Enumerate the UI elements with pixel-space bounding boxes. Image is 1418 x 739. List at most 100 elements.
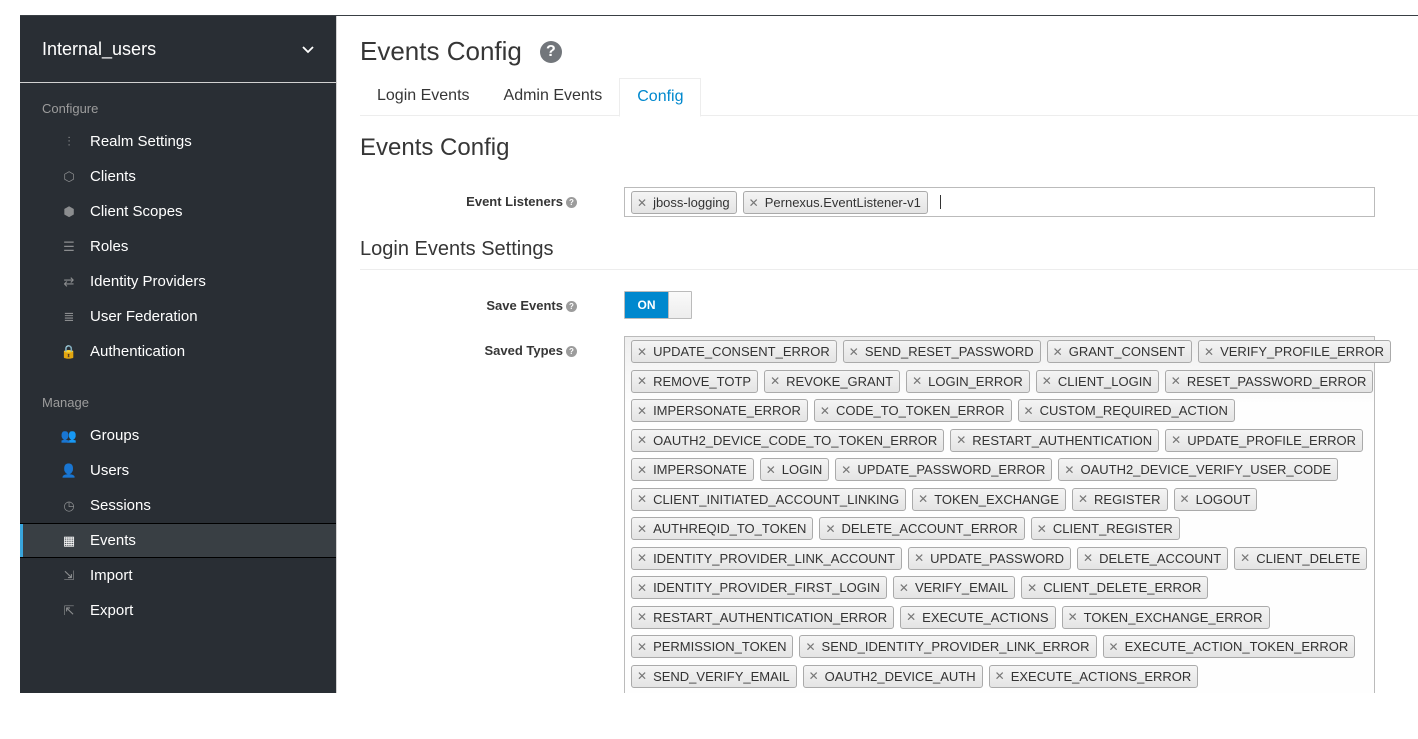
remove-tag-icon[interactable]: ✕ bbox=[637, 669, 647, 683]
remove-tag-icon[interactable]: ✕ bbox=[809, 669, 819, 683]
remove-tag-icon[interactable]: ✕ bbox=[825, 522, 835, 536]
tag-chip: ✕ IMPERSONATE bbox=[631, 458, 754, 481]
sidebar-item-events[interactable]: ▦ Events bbox=[20, 523, 336, 558]
remove-tag-icon[interactable]: ✕ bbox=[637, 196, 647, 210]
saved-types-row: ✕ IDENTITY_PROVIDER_FIRST_LOGIN ✕ VERIFY_EM… bbox=[631, 576, 1370, 606]
tab-config[interactable]: Config bbox=[619, 78, 702, 117]
tag-label: GRANT_CONSENT bbox=[1068, 344, 1186, 359]
tag-chip: ✕ SEND_VERIFY_EMAIL bbox=[631, 664, 797, 688]
remove-tag-icon[interactable]: ✕ bbox=[1109, 640, 1119, 654]
tag-label: RESET_PASSWORD_ERROR bbox=[1186, 373, 1367, 389]
remove-tag-icon[interactable]: ✕ bbox=[849, 345, 859, 359]
tag-label: UPDATE_CONSENT_ERROR bbox=[653, 344, 830, 359]
remove-tag-icon[interactable]: ✕ bbox=[770, 374, 780, 388]
sidebar-item-realm-settings[interactable]: ⫶ Realm Settings bbox=[20, 124, 336, 159]
tag-label: EXECUTE_ACTIONS bbox=[922, 609, 1049, 625]
sidebar-item-sessions[interactable]: ◷ Sessions bbox=[20, 488, 336, 523]
tag-label: DELETE_ACCOUNT_ERROR bbox=[841, 521, 1018, 536]
tag-chip: ✕ CLIENT_INITIATED_ACCOUNT_LINKING bbox=[631, 487, 907, 511]
help-icon[interactable]: ? bbox=[566, 301, 577, 313]
remove-tag-icon[interactable]: ✕ bbox=[637, 492, 647, 506]
remove-tag-icon[interactable]: ✕ bbox=[899, 581, 909, 595]
remove-tag-icon[interactable]: ✕ bbox=[637, 404, 647, 418]
remove-tag-icon[interactable]: ✕ bbox=[637, 463, 647, 477]
sidebar-item-client-scopes[interactable]: ⬢ Client Scopes bbox=[20, 194, 336, 229]
remove-tag-icon[interactable]: ✕ bbox=[1064, 463, 1074, 477]
saved-types-row: ✕ CLIENT_INITIATED_ACCOUNT_LINKING ✕ TOKEN_… bbox=[631, 487, 1370, 518]
remove-tag-icon[interactable]: ✕ bbox=[1024, 404, 1034, 418]
remove-tag-icon[interactable]: ✕ bbox=[906, 610, 916, 624]
remove-tag-icon[interactable]: ✕ bbox=[1180, 492, 1190, 506]
sidebar-item-label: Authentication bbox=[90, 343, 186, 360]
sidebar-item-roles[interactable]: ☰ Roles bbox=[20, 229, 336, 264]
remove-tag-icon[interactable]: ✕ bbox=[1078, 492, 1088, 506]
remove-tag-icon[interactable]: ✕ bbox=[637, 551, 647, 565]
sidebar-item-export[interactable]: ⇱ Export bbox=[20, 593, 336, 628]
sidebar-item-clients[interactable]: ⬡ Clients bbox=[20, 159, 336, 194]
page-title: Events Config ? bbox=[360, 36, 562, 67]
tag-label: IMPERSONATE_ERROR bbox=[653, 403, 801, 418]
sidebar-item-user-federation[interactable]: ≣ User Federation bbox=[20, 299, 336, 334]
sidebar-item-authentication[interactable]: 🔒 Authentication bbox=[20, 334, 336, 369]
realm-selector[interactable]: Internal_users bbox=[20, 16, 336, 83]
remove-tag-icon[interactable]: ✕ bbox=[637, 581, 647, 595]
tag-label: IDENTITY_PROVIDER_LINK_ACCOUNT bbox=[653, 550, 896, 566]
saved-types-input[interactable]: ✕ UPDATE_CONSENT_ERROR ✕ SEND_RESET_PASSWOR… bbox=[624, 336, 1392, 693]
remove-tag-icon[interactable]: ✕ bbox=[841, 463, 851, 477]
sidebar-item-groups[interactable]: 👥 Groups bbox=[20, 418, 336, 453]
tag-chip: ✕ GRANT_CONSENT bbox=[1046, 340, 1193, 363]
remove-tag-icon[interactable]: ✕ bbox=[914, 551, 924, 565]
help-icon[interactable]: ? bbox=[539, 40, 562, 63]
tag-chip: ✕ UPDATE_CONSENT_ERROR bbox=[631, 340, 837, 363]
remove-tag-icon[interactable]: ✕ bbox=[637, 345, 647, 359]
remove-tag-icon[interactable]: ✕ bbox=[1083, 551, 1093, 565]
remove-tag-icon[interactable]: ✕ bbox=[805, 640, 815, 654]
remove-tag-icon[interactable]: ✕ bbox=[918, 492, 928, 506]
remove-tag-icon[interactable]: ✕ bbox=[1053, 345, 1063, 359]
tag-label: UPDATE_PASSWORD bbox=[930, 550, 1064, 566]
tag-label: UPDATE_PROFILE_ERROR bbox=[1187, 432, 1356, 448]
tag-label: EXECUTE_ACTION_TOKEN_ERROR bbox=[1124, 639, 1349, 654]
remove-tag-icon[interactable]: ✕ bbox=[637, 610, 647, 624]
tab-admin-events[interactable]: Admin Events bbox=[487, 78, 620, 115]
sidebar-item-users[interactable]: 👤 Users bbox=[20, 453, 336, 488]
remove-tag-icon[interactable]: ✕ bbox=[956, 433, 966, 447]
remove-tag-icon[interactable]: ✕ bbox=[1037, 522, 1047, 536]
remove-tag-icon[interactable]: ✕ bbox=[820, 404, 830, 418]
remove-tag-icon[interactable]: ✕ bbox=[1240, 551, 1250, 565]
remove-tag-icon[interactable]: ✕ bbox=[637, 522, 647, 536]
tag-label: CLIENT_DELETE_ERROR bbox=[1043, 580, 1202, 595]
remove-tag-icon[interactable]: ✕ bbox=[912, 374, 922, 388]
event-listeners-input[interactable]: ✕ jboss-logging ✕ Pernexus.EventListener-v1 bbox=[624, 187, 1375, 217]
save-events-toggle[interactable]: ON bbox=[624, 291, 692, 319]
sidebar-item-label: Users bbox=[90, 462, 130, 479]
remove-tag-icon[interactable]: ✕ bbox=[637, 374, 647, 388]
tag-chip: ✕ Pernexus.EventListener-v1 bbox=[742, 191, 928, 214]
remove-tag-icon[interactable]: ✕ bbox=[1068, 610, 1078, 624]
tag-chip: ✕ OAUTH2_DEVICE_CODE_TO_TOKEN_ERROR bbox=[631, 428, 945, 452]
remove-tag-icon[interactable]: ✕ bbox=[637, 640, 647, 654]
remove-tag-icon[interactable]: ✕ bbox=[1027, 581, 1037, 595]
help-icon[interactable]: ? bbox=[566, 346, 577, 358]
tag-label: VERIFY_EMAIL bbox=[914, 580, 1009, 595]
remove-tag-icon[interactable]: ✕ bbox=[637, 433, 647, 447]
remove-tag-icon[interactable]: ✕ bbox=[749, 196, 759, 210]
remove-tag-icon[interactable]: ✕ bbox=[1204, 345, 1214, 359]
tab-login-events[interactable]: Login Events bbox=[360, 78, 487, 115]
remove-tag-icon[interactable]: ✕ bbox=[1171, 374, 1181, 388]
tag-label: AUTHREQID_TO_TOKEN bbox=[653, 521, 807, 536]
saved-types-row: ✕ IMPERSONATE_ERROR ✕ CODE_TO_TOKEN_ERROR ✕ C… bbox=[631, 399, 1370, 429]
sidebar-item-identity-providers[interactable]: ⇄ Identity Providers bbox=[20, 264, 336, 299]
remove-tag-icon[interactable]: ✕ bbox=[1042, 374, 1052, 388]
help-icon[interactable]: ? bbox=[566, 197, 577, 209]
remove-tag-icon[interactable]: ✕ bbox=[766, 463, 776, 477]
remove-tag-icon[interactable]: ✕ bbox=[995, 669, 1005, 683]
event-listeners-tags: ✕ jboss-logging ✕ Pernexus.EventListener-v1 bbox=[631, 191, 1370, 221]
sidebar-item-import[interactable]: ⇲ Import bbox=[20, 558, 336, 593]
saved-types-label: Saved Types? bbox=[337, 343, 577, 358]
tag-chip: ✕ DELETE_ACCOUNT_ERROR bbox=[819, 517, 1025, 540]
users-icon: 👥 bbox=[60, 427, 78, 443]
tag-label: OAUTH2_DEVICE_VERIFY_USER_CODE bbox=[1080, 462, 1332, 477]
tag-label: CLIENT_DELETE bbox=[1256, 550, 1361, 566]
remove-tag-icon[interactable]: ✕ bbox=[1171, 433, 1181, 447]
